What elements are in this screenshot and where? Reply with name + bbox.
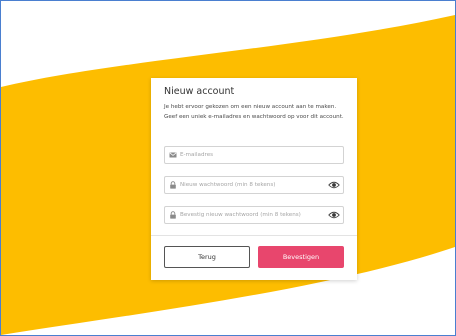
new-password-input[interactable] bbox=[180, 177, 318, 193]
confirm-password-field[interactable] bbox=[164, 206, 344, 224]
dialog-title: Nieuw account bbox=[164, 86, 235, 97]
dialog-description: Je hebt ervoor gekozen om een nieuw acco… bbox=[164, 104, 344, 120]
lock-icon bbox=[170, 211, 176, 219]
lock-icon bbox=[170, 181, 176, 189]
new-password-field[interactable] bbox=[164, 176, 344, 194]
eye-icon[interactable] bbox=[328, 210, 340, 220]
email-input[interactable] bbox=[180, 147, 318, 163]
divider bbox=[151, 235, 357, 236]
eye-icon[interactable] bbox=[328, 180, 340, 190]
envelope-icon bbox=[169, 152, 177, 158]
confirm-password-input[interactable] bbox=[180, 207, 318, 223]
back-button[interactable]: Terug bbox=[164, 246, 250, 268]
confirm-button[interactable]: Bevestigen bbox=[258, 246, 344, 268]
app-window: Nieuw account Je hebt ervoor gekozen om … bbox=[0, 0, 456, 336]
email-field[interactable] bbox=[164, 146, 344, 164]
new-account-dialog: Nieuw account Je hebt ervoor gekozen om … bbox=[151, 78, 357, 280]
